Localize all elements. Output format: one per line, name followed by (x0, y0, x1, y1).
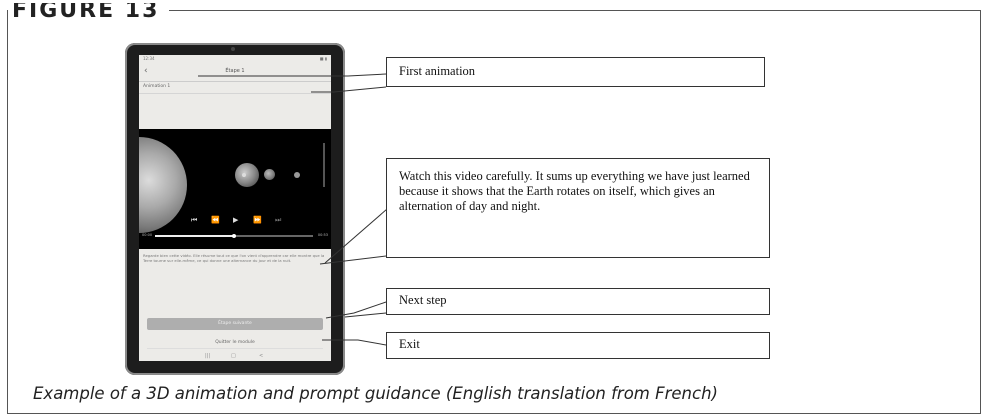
next-step-button[interactable]: Étape suivante (147, 318, 323, 330)
skip-forward-icon[interactable]: ⏭ (275, 215, 281, 225)
home-icon[interactable]: □ (231, 353, 236, 359)
recents-icon[interactable]: ||| (205, 353, 210, 359)
video-scrollbar[interactable] (323, 143, 325, 187)
callout-instruction: Watch this video carefully. It sums up e… (386, 158, 770, 258)
status-time: 12:34 (143, 56, 155, 61)
total-time: 00:53 (317, 233, 328, 237)
tablet-photo: 12:34 ■ ▮ ‹ Étape 1 Animation 1 ⏮ ⏪ ▶ ⏩ … (125, 43, 345, 375)
video-player[interactable]: ⏮ ⏪ ▶ ⏩ ⏭ 00:00 00:53 (139, 129, 331, 249)
divider (139, 93, 331, 94)
instruction-text: Regarde bien cette vidéo. Elle résume to… (143, 253, 325, 263)
seek-progress (155, 235, 234, 237)
android-nav-bar: ||| □ < (199, 353, 271, 359)
planet-image (264, 169, 275, 180)
current-time: 00:00 (142, 233, 153, 237)
exit-link[interactable]: Quitter le module (147, 338, 323, 349)
camera-dot (231, 47, 235, 51)
play-icon[interactable]: ▶ (233, 215, 238, 225)
callout-next-step: Next step (386, 288, 770, 315)
seek-handle[interactable] (232, 233, 236, 238)
video-controls: ⏮ ⏪ ▶ ⏩ ⏭ (179, 215, 299, 225)
app-header: ‹ Étape 1 (139, 63, 331, 82)
animation-subheader: Animation 1 (143, 84, 171, 89)
callout-exit: Exit (386, 332, 770, 359)
planet-image (235, 163, 259, 187)
moon-image (242, 173, 246, 177)
callout-first-animation: First animation (386, 57, 765, 87)
tablet-screen: 12:34 ■ ▮ ‹ Étape 1 Animation 1 ⏮ ⏪ ▶ ⏩ … (139, 55, 331, 361)
fast-forward-icon[interactable]: ⏩ (253, 215, 262, 225)
rewind-icon[interactable]: ⏪ (211, 215, 220, 225)
figure-label: FIGURE 13 (8, 3, 170, 19)
figure-caption: Example of a 3D animation and prompt gui… (33, 384, 718, 403)
status-icons: ■ ▮ (319, 56, 327, 61)
status-bar: 12:34 ■ ▮ (139, 55, 331, 63)
app-title: Étape 1 (225, 68, 245, 74)
skip-back-icon[interactable]: ⏮ (191, 215, 197, 225)
back-nav-icon[interactable]: < (259, 353, 263, 359)
planet-image (294, 172, 300, 178)
